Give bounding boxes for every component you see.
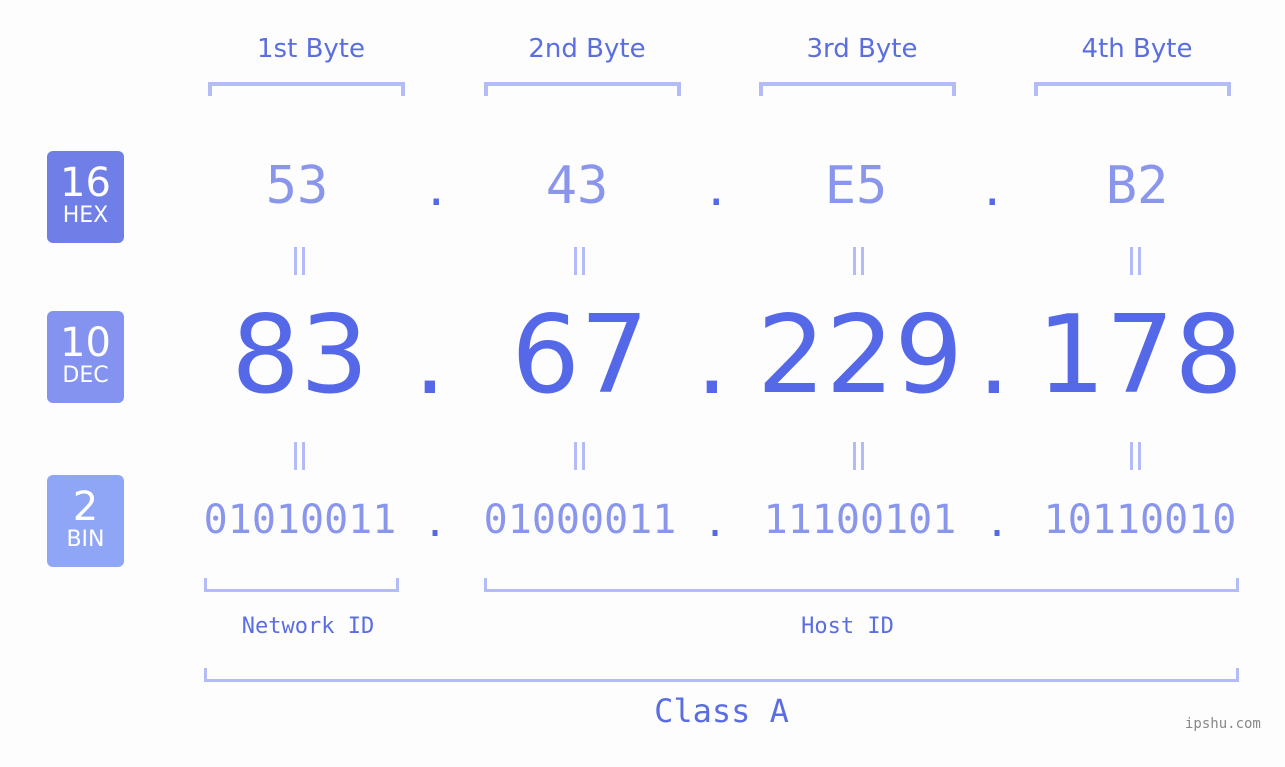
hex-base-number: 16 [60,160,111,206]
bin-byte-2: 01000011 [483,497,677,543]
dec-byte-4: 178 [1036,293,1244,418]
network-id-bracket [204,578,399,592]
dec-byte-3: 229 [756,293,964,418]
hex-byte-4: B2 [1105,156,1169,216]
host-id-bracket [484,578,1239,592]
bin-base-number: 2 [72,484,99,530]
equals-icon [570,442,590,470]
dec-byte-2: 67 [511,293,649,418]
network-id-label: Network ID [241,614,375,639]
dec-base-label: DEC [62,363,109,388]
byte-header-4: 4th Byte [1081,34,1193,64]
byte-header-2: 2nd Byte [528,34,646,64]
equals-icon [570,247,590,275]
hex-separator: . [703,165,730,216]
byte-header-3: 3rd Byte [806,34,918,64]
bin-separator: . [423,500,448,546]
bin-badge: 2 BIN [47,475,124,567]
bin-separator: . [703,500,728,546]
hex-byte-2: 43 [545,156,609,216]
dec-base-number: 10 [60,320,111,366]
dec-separator: . [696,300,728,417]
bin-byte-4: 10110010 [1043,497,1237,543]
dec-separator: . [978,300,1010,417]
bin-byte-3: 11100101 [763,497,957,543]
hex-badge: 16 HEX [47,151,124,243]
class-label: Class A [654,692,789,730]
equals-icon [1126,247,1146,275]
host-id-label: Host ID [801,614,894,639]
hex-byte-3: E5 [824,156,888,216]
hex-separator: . [423,165,450,216]
hex-byte-1: 53 [265,156,329,216]
dec-byte-1: 83 [231,293,369,418]
byte-bracket-2 [484,82,681,96]
dec-separator: . [414,300,446,417]
bin-separator: . [985,500,1010,546]
byte-header-1: 1st Byte [257,34,365,64]
equals-icon [1126,442,1146,470]
hex-base-label: HEX [62,203,109,228]
bin-base-label: BIN [66,527,105,552]
equals-icon [849,442,869,470]
equals-icon [290,442,310,470]
equals-icon [849,247,869,275]
watermark: ipshu.com [1185,716,1261,732]
byte-bracket-4 [1034,82,1231,96]
hex-separator: . [979,165,1006,216]
dec-badge: 10 DEC [47,311,124,403]
byte-bracket-3 [759,82,956,96]
class-bracket [204,668,1239,682]
bin-byte-1: 01010011 [203,497,397,543]
byte-bracket-1 [208,82,405,96]
equals-icon [290,247,310,275]
